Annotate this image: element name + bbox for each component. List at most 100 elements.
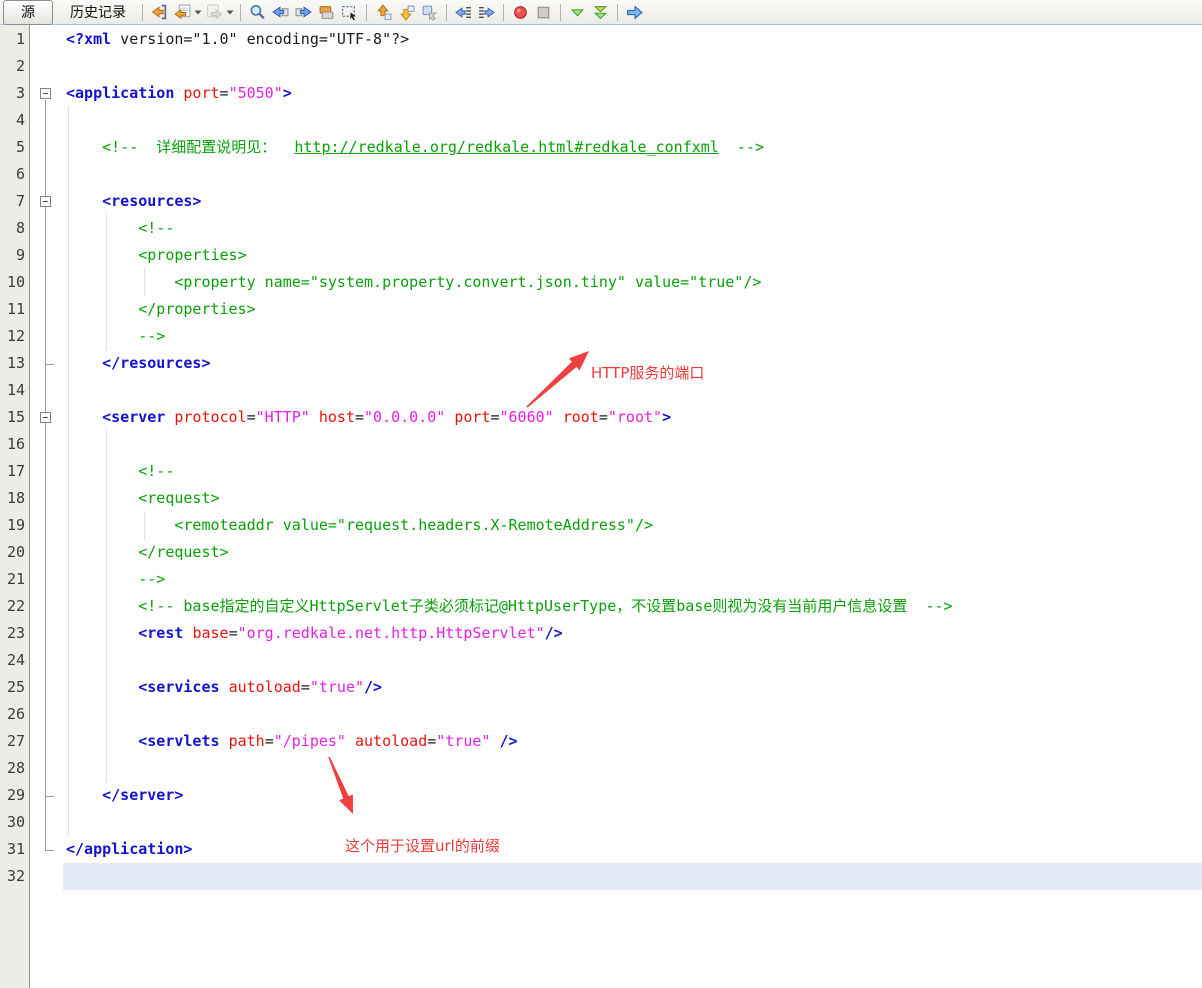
line-number: 17 [0, 458, 25, 485]
code-line[interactable] [63, 809, 1202, 836]
code-line[interactable]: <application port="5050"> [63, 80, 1202, 107]
tab-source[interactable]: 源 [3, 0, 53, 25]
line-number: 23 [0, 620, 25, 647]
code-line[interactable]: <remoteaddr value="request.headers.X-Rem… [63, 512, 1202, 539]
rectangular-selection-icon[interactable] [338, 2, 361, 23]
code-token [346, 732, 355, 750]
code-line[interactable]: <resources> [63, 188, 1202, 215]
line-number-gutter: 1234567891011121314151617181920212223242… [0, 25, 30, 988]
code-line[interactable]: --> [63, 323, 1202, 350]
line-number: 22 [0, 593, 25, 620]
code-token: </application> [66, 840, 192, 858]
line-number: 24 [0, 647, 25, 674]
code-line[interactable] [63, 107, 1202, 134]
find-selection-icon[interactable] [246, 2, 269, 23]
stop-macro-recording-icon[interactable] [532, 2, 555, 23]
go-forward-icon[interactable] [623, 2, 646, 23]
line-number: 20 [0, 539, 25, 566]
code-token: = [490, 408, 499, 426]
shift-line-right-icon[interactable] [475, 2, 498, 23]
jump-to-last-edit-icon[interactable] [148, 2, 171, 23]
code-line[interactable]: </server> [63, 782, 1202, 809]
code-line[interactable]: <!-- 详细配置说明见： http://redkale.org/redkale… [63, 134, 1202, 161]
find-previous-icon[interactable] [269, 2, 292, 23]
tab-history[interactable]: 历史记录 [59, 0, 137, 25]
code-token: "6060" [500, 408, 554, 426]
line-number: 21 [0, 566, 25, 593]
toggle-bookmark-icon[interactable] [418, 2, 441, 23]
code-line[interactable]: <request> [63, 485, 1202, 512]
code-line[interactable]: <?xml version="1.0" encoding="UTF-8"?> [63, 26, 1202, 53]
toolbar-separator [446, 4, 447, 21]
code-area[interactable]: <?xml version="1.0" encoding="UTF-8"?> <a… [63, 25, 1202, 988]
code-line[interactable] [63, 755, 1202, 782]
code-line[interactable]: </application> [63, 836, 1202, 863]
code-token: autoload [229, 678, 301, 696]
code-line[interactable] [63, 161, 1202, 188]
line-number: 32 [0, 863, 25, 890]
code-token: = [355, 408, 364, 426]
code-token: <!-- base指定的自定义HttpServlet子类必须标记@HttpUse… [138, 597, 952, 615]
toolbar-separator [366, 4, 367, 21]
code-line[interactable]: --> [63, 566, 1202, 593]
code-line[interactable]: </properties> [63, 296, 1202, 323]
code-token [445, 408, 454, 426]
code-token: <properties> [138, 246, 246, 264]
code-line[interactable]: <properties> [63, 242, 1202, 269]
code-token: "org.redkale.net.http.HttpServlet" [238, 624, 545, 642]
code-line[interactable] [63, 53, 1202, 80]
line-number: 19 [0, 512, 25, 539]
code-token: port [454, 408, 490, 426]
down-chevron-icon[interactable] [566, 2, 589, 23]
dropdown-caret-icon[interactable] [194, 2, 203, 23]
code-token: = [427, 732, 436, 750]
code-line[interactable]: <servlets path="/pipes" autoload="true" … [63, 728, 1202, 755]
toolbar-separator [240, 4, 241, 21]
fold-margin [31, 25, 63, 988]
comment-hyperlink[interactable]: http://redkale.org/redkale.html#redkale_… [294, 138, 718, 156]
code-token: <!-- 详细配置说明见： [102, 138, 294, 156]
fold-toggle-icon[interactable] [40, 88, 51, 99]
code-line-current[interactable] [63, 863, 1202, 890]
code-token: --> [719, 138, 764, 156]
code-token: autoload [355, 732, 427, 750]
code-line[interactable] [63, 701, 1202, 728]
code-line[interactable]: <!-- [63, 458, 1202, 485]
code-token: --> [138, 570, 165, 588]
code-line[interactable]: <!-- base指定的自定义HttpServlet子类必须标记@HttpUse… [63, 593, 1202, 620]
code-line[interactable]: </request> [63, 539, 1202, 566]
code-line[interactable] [63, 431, 1202, 458]
double-down-chevron-icon[interactable] [589, 2, 612, 23]
code-token: </request> [138, 543, 228, 561]
code-token: = [229, 624, 238, 642]
code-token: <server [102, 408, 165, 426]
line-number: 11 [0, 296, 25, 323]
start-macro-recording-icon[interactable] [509, 2, 532, 23]
toggle-highlight-icon[interactable] [315, 2, 338, 23]
find-next-icon[interactable] [292, 2, 315, 23]
code-token: <!-- [138, 462, 174, 480]
code-line[interactable]: <services autoload="true"/> [63, 674, 1202, 701]
code-token: "0.0.0.0" [364, 408, 445, 426]
code-line[interactable] [63, 647, 1202, 674]
code-line[interactable]: <rest base="org.redkale.net.http.HttpSer… [63, 620, 1202, 647]
toolbar-separator [560, 4, 561, 21]
line-number: 31 [0, 836, 25, 863]
code-line[interactable]: <server protocol="HTTP" host="0.0.0.0" p… [63, 404, 1202, 431]
code-token: --> [138, 327, 165, 345]
xml-editor[interactable]: 1234567891011121314151617181920212223242… [0, 25, 1202, 988]
fold-toggle-icon[interactable] [40, 196, 51, 207]
line-number: 3 [0, 80, 25, 107]
code-line[interactable]: <property name="system.property.convert.… [63, 269, 1202, 296]
toolbar-separator [142, 4, 143, 21]
code-token: port [183, 84, 219, 102]
dropdown-caret-icon[interactable] [226, 2, 235, 23]
back-icon[interactable] [171, 2, 194, 23]
shift-line-left-icon[interactable] [452, 2, 475, 23]
previous-bookmark-icon[interactable] [372, 2, 395, 23]
code-token: "true" [436, 732, 490, 750]
toolbar-separator [617, 4, 618, 21]
code-line[interactable]: <!-- [63, 215, 1202, 242]
next-bookmark-icon[interactable] [395, 2, 418, 23]
fold-toggle-icon[interactable] [40, 412, 51, 423]
